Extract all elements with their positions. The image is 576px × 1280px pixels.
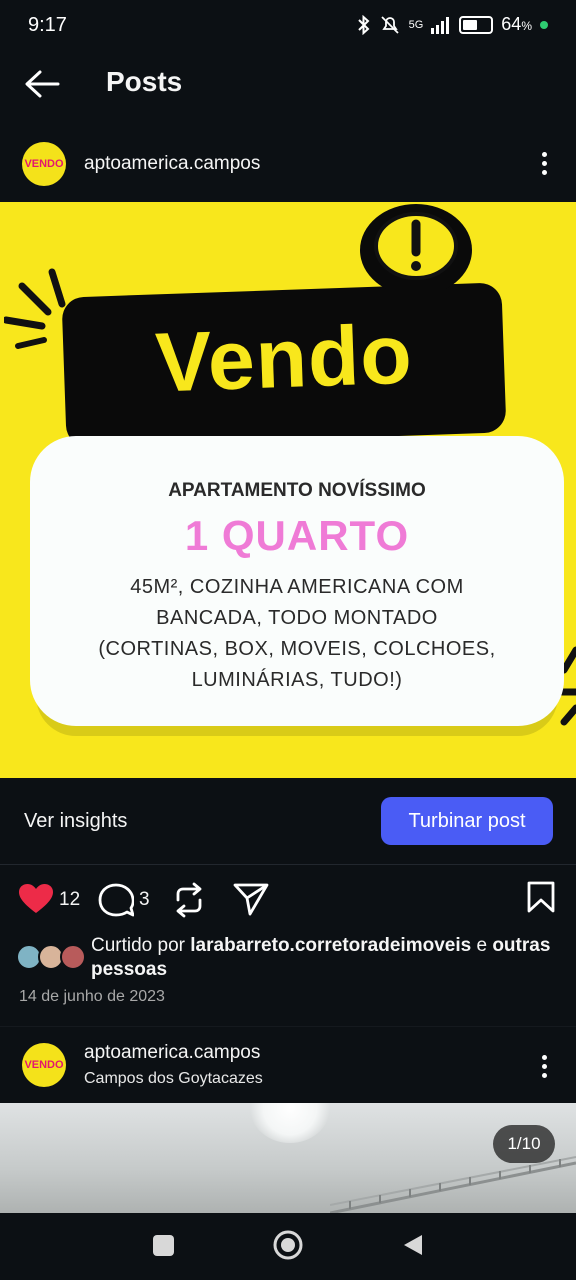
repost-icon[interactable] [172,882,206,918]
post-username[interactable]: aptoamerica.campos [84,153,260,175]
image-body-line: LUMINÁRIAS, TUDO!) [191,669,403,691]
image-body: 45M², COZINHA AMERICANA COM BANCADA, TOD… [30,572,564,696]
mute-icon [380,15,399,34]
divider [0,864,576,865]
status-icons: 5G 64% [357,14,548,35]
nav-back-icon[interactable] [402,1233,424,1257]
post-image[interactable] [0,1103,576,1213]
image-body-line: 45M², COZINHA AMERICANA COM [130,576,464,598]
avatar-logo-text: VENDO [24,1059,64,1071]
image-highlight: 1 QUARTO [184,512,410,559]
privacy-dot [540,20,548,29]
network-type: 5G [408,18,424,31]
image-subheading: APARTAMENTO NOVÍSSIMO [168,480,426,501]
boost-post-button[interactable]: Turbinar post [381,797,553,845]
battery-percent: 64 [501,14,522,34]
status-time: 9:17 [28,14,67,36]
ceiling-light [250,1103,330,1143]
more-options-icon[interactable] [540,1051,548,1082]
liked-by-text[interactable]: Curtido por larabarreto.corretoradeimove… [91,934,561,982]
post-date: 14 de junho de 2023 [19,988,165,1005]
liker-avatar [60,944,86,970]
like-count[interactable]: 12 [59,889,80,911]
post-location[interactable]: Campos dos Goytacazes [84,1070,263,1088]
bookmark-icon[interactable] [527,881,555,913]
more-options-icon[interactable] [540,148,548,179]
avatar[interactable]: VENDO [22,142,66,186]
share-icon[interactable] [233,882,269,916]
bluetooth-icon [357,14,370,35]
heart-icon[interactable] [18,883,54,915]
liked-by-user[interactable]: larabarreto.corretoradeimoveis [190,935,471,956]
signal-icon [431,16,450,34]
view-insights-link[interactable]: Ver insights [24,810,127,833]
post-username[interactable]: aptoamerica.campos [84,1042,260,1064]
comment-count[interactable]: 3 [139,889,150,911]
avatar-logo-text: VENDO [24,158,64,170]
battery-unit: % [521,19,532,33]
image-body-line: BANCADA, TODO MONTADO [156,607,438,629]
avatar[interactable]: VENDO [22,1043,66,1087]
carousel-page-indicator: 1/10 [493,1125,555,1163]
image-body-line: (CORTINAS, BOX, MOVEIS, COLCHOES, [98,638,496,660]
liked-by-prefix: Curtido por [91,935,185,956]
warning-icon [360,204,472,296]
battery-icon [459,15,494,34]
liked-by-suffix: e [476,935,488,956]
headline-text: Vendo [153,306,415,410]
nav-home-icon[interactable] [272,1229,304,1261]
divider [0,1026,576,1027]
comment-icon[interactable] [98,883,134,917]
back-arrow-icon[interactable] [22,64,62,104]
nav-square-icon[interactable] [153,1235,174,1256]
page-title: Posts [106,66,183,97]
